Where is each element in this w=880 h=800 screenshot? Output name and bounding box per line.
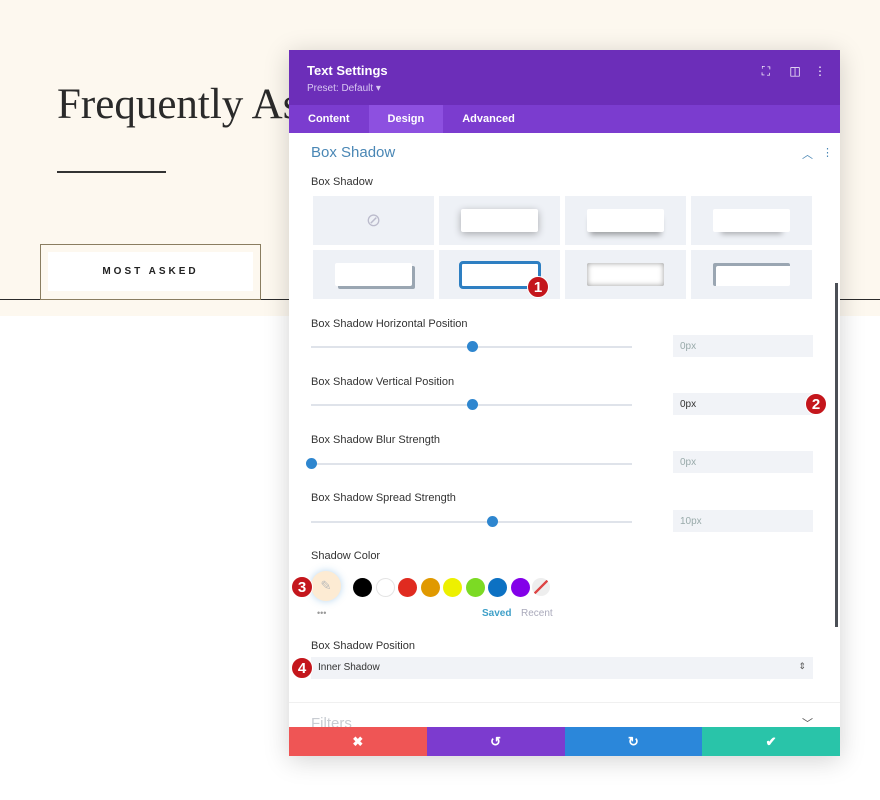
shadow-presets: ⊘ (313, 196, 812, 299)
slider-thumb[interactable] (486, 516, 498, 527)
most-asked-label: MOST ASKED (48, 252, 253, 291)
eyedropper-icon[interactable]: ✎ (311, 571, 341, 601)
preset-8[interactable] (691, 250, 812, 299)
most-asked-button[interactable]: MOST ASKED (40, 244, 261, 300)
preset-4[interactable] (691, 196, 812, 245)
color-swatch[interactable] (510, 578, 530, 597)
undo-button[interactable]: ↺ (426, 727, 565, 756)
slider-label: Box Shadow Horizontal Position (311, 318, 468, 330)
redo-button[interactable]: ↻ (564, 727, 703, 756)
tab-bar: Content Design Advanced (289, 105, 840, 133)
divider (289, 702, 840, 703)
slider-thumb[interactable] (306, 458, 317, 469)
step-badge: 3 (291, 576, 313, 598)
blur-input[interactable]: 0px (673, 451, 813, 473)
chevron-up-icon[interactable]: ︿ (802, 146, 813, 162)
transparent-swatch[interactable] (532, 578, 550, 596)
recent-tab[interactable]: Recent (521, 608, 553, 619)
preset-2[interactable] (439, 196, 560, 245)
more-colors-icon[interactable]: ••• (317, 608, 326, 618)
slider-label: Box Shadow Blur Strength (311, 434, 441, 446)
horizontal-slider[interactable] (311, 341, 632, 352)
save-button[interactable]: ✔ (702, 727, 840, 756)
more-icon[interactable]: ⋮ (813, 64, 827, 78)
step-badge: 2 (805, 393, 827, 415)
position-value: Inner Shadow (318, 662, 380, 673)
color-swatch[interactable] (353, 578, 372, 597)
shadow-color-label: Shadow Color (311, 550, 381, 562)
slider-label: Box Shadow Vertical Position (311, 376, 455, 388)
step-badge: 1 (527, 276, 549, 298)
slider-thumb[interactable] (466, 399, 478, 410)
color-swatch[interactable] (420, 578, 440, 597)
color-swatch[interactable] (443, 578, 462, 597)
horizontal-input[interactable]: 0px (673, 335, 813, 357)
color-swatch[interactable] (465, 578, 485, 597)
page-title: Frequently As (57, 81, 300, 128)
tab-content[interactable]: Content (289, 105, 369, 133)
modal-title: Text Settings (307, 63, 388, 78)
position-label: Box Shadow Position (311, 640, 415, 652)
section-more-icon[interactable]: ⋮ (822, 146, 833, 159)
fullscreen-icon[interactable]: ⛶ (759, 64, 773, 79)
tab-design[interactable]: Design (368, 105, 444, 133)
position-select[interactable]: Inner Shadow ⇕ (311, 657, 813, 679)
step-badge: 4 (291, 657, 313, 679)
spread-input[interactable]: 10px (673, 510, 813, 532)
select-arrows-icon: ⇕ (798, 661, 806, 671)
slider-label: Box Shadow Spread Strength (311, 492, 456, 504)
slider-thumb[interactable] (466, 341, 478, 352)
vertical-input[interactable]: 0px (673, 393, 813, 415)
text-settings-modal: Text Settings Preset: Default ▾ ⛶ ◫ ⋮ Co… (289, 50, 840, 756)
title-divider (57, 171, 166, 173)
color-swatch[interactable] (398, 578, 417, 597)
none-icon: ⊘ (365, 210, 382, 230)
split-view-icon[interactable]: ◫ (788, 64, 802, 78)
blur-slider[interactable] (306, 458, 632, 469)
preset-none[interactable]: ⊘ (313, 196, 434, 245)
preset-dropdown[interactable]: Preset: Default ▾ (307, 83, 381, 94)
preset-3[interactable] (565, 196, 686, 245)
color-swatch[interactable] (375, 578, 395, 597)
modal-footer: ✖ ↺ ↻ ✔ (289, 727, 840, 756)
preset-7[interactable] (565, 250, 686, 299)
tab-advanced[interactable]: Advanced (443, 105, 534, 133)
spread-slider[interactable] (311, 516, 632, 527)
preset-5[interactable] (313, 250, 434, 299)
box-shadow-label: Box Shadow (311, 176, 373, 188)
color-swatch[interactable] (488, 578, 507, 597)
modal-header: Text Settings Preset: Default ▾ ⛶ ◫ ⋮ (289, 50, 840, 105)
saved-tab[interactable]: Saved (482, 608, 511, 619)
vertical-slider[interactable] (311, 399, 632, 410)
cancel-button[interactable]: ✖ (289, 727, 427, 756)
scrollbar[interactable] (835, 283, 838, 627)
section-title[interactable]: Box Shadow (311, 144, 395, 161)
